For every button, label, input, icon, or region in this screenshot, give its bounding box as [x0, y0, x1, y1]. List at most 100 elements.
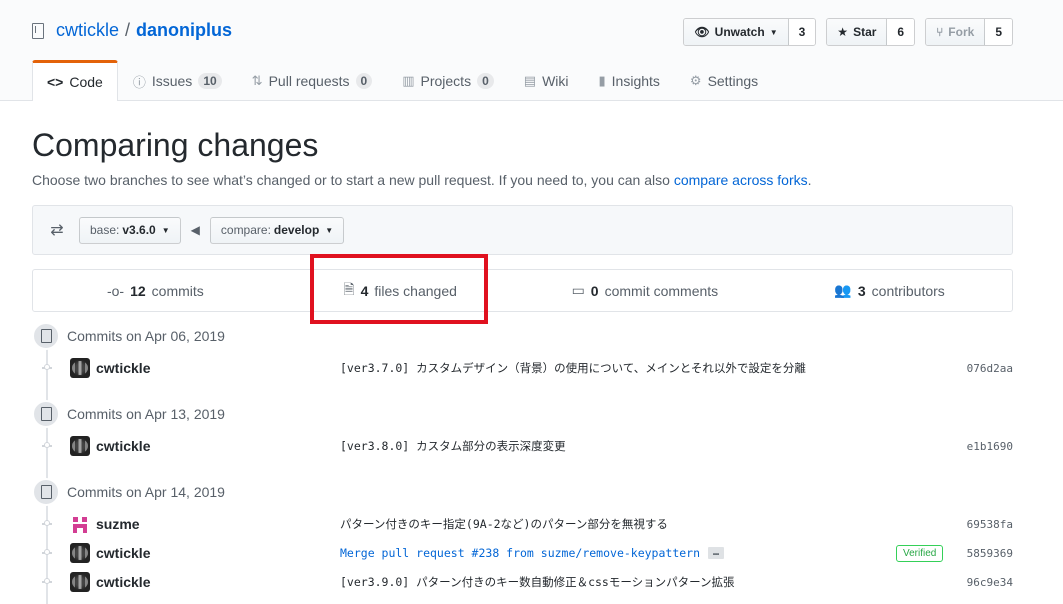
fork-button[interactable]: ⑂ Fork [926, 19, 986, 45]
pull-requests-counter: 0 [355, 73, 373, 89]
commit-group-header: Commits on Apr 06, 2019 [32, 320, 225, 352]
comments-label: commit comments [604, 282, 719, 299]
commit-message[interactable]: パターン付きのキー指定(9A-2など)のパターン部分を無視する [340, 516, 668, 532]
commit-author[interactable]: cwtickle [96, 545, 150, 561]
chevron-down-icon: ▼ [325, 225, 334, 235]
page-title: Comparing changes [32, 127, 319, 163]
tab-wiki[interactable]: ▤ Wiki [509, 60, 584, 101]
commit-row: cwtickle [ver3.7.0] カスタムデザイン（背景）の使用について、… [32, 355, 1013, 381]
eye-icon: 👁 [694, 25, 710, 39]
subtitle-end: . [807, 172, 812, 188]
graph-icon: ▮ [598, 73, 606, 88]
commit-row: cwtickle [ver3.9.0] パターン付きのキー数自動修正＆cssモー… [32, 569, 1013, 595]
compare-summary: -o- 12 commits 🗎 4 files changed ▭ 0 com… [32, 269, 1013, 312]
commit-row: suzme パターン付きのキー指定(9A-2など)のパターン部分を無視する 69… [32, 511, 1013, 537]
tab-pull-requests[interactable]: ⇅ Pull requests 0 [237, 60, 388, 101]
commit-sha[interactable]: e1b1690 [967, 440, 1013, 453]
fork-icon: ⑂ [936, 25, 944, 39]
commit-sha[interactable]: 5859369 [967, 547, 1013, 560]
book-icon: ▤ [523, 73, 537, 88]
repo-header: cwtickle / danoniplus 👁 Unwatch ▼ 3 ★ St… [0, 0, 1063, 101]
base-branch-select[interactable]: base: v3.6.0 ▼ [79, 216, 181, 244]
commits-count: 12 [130, 282, 146, 299]
commit-group-header: Commits on Apr 13, 2019 [32, 398, 225, 430]
commit-message[interactable]: [ver3.7.0] カスタムデザイン（背景）の使用について、メインとそれ以外で… [340, 360, 806, 376]
commit-message-text: [ver3.7.0] カスタムデザイン（背景）の使用について、メインとそれ以外で… [340, 361, 806, 375]
contributors-count: 3 [857, 282, 866, 299]
contributors-tab[interactable]: 👥 3 contributors [767, 270, 1012, 311]
issue-icon: ⓘ [132, 74, 146, 90]
fork-count[interactable]: 5 [985, 19, 1012, 45]
chevron-down-icon: ▼ [161, 225, 170, 235]
unwatch-label: Unwatch [714, 25, 765, 39]
tab-settings[interactable]: ⚙ Settings [675, 60, 773, 101]
commit-author[interactable]: suzme [96, 516, 140, 532]
compare-prefix: compare: [220, 223, 271, 237]
avatar[interactable] [70, 514, 90, 534]
avatar[interactable] [70, 572, 90, 592]
commit-sha[interactable]: 96c9e34 [967, 576, 1013, 589]
highlight-box [310, 254, 488, 324]
commits-tab[interactable]: -o- 12 commits [33, 270, 278, 311]
commits-label: commits [151, 282, 204, 299]
watch-control: 👁 Unwatch ▼ 3 [683, 18, 817, 46]
expand-message-button[interactable]: … [708, 547, 725, 559]
commit-group-icon [32, 322, 60, 350]
commit-group-date: Commits on Apr 14, 2019 [67, 484, 225, 500]
commit-message: Merge pull request #238 from suzme/remov… [340, 546, 725, 560]
avatar[interactable] [70, 358, 90, 378]
repo-nav: <> Code ⓘ Issues 10 ⇅ Pull requests 0 ▥ … [32, 60, 773, 101]
repo-name-link[interactable]: danoniplus [136, 20, 232, 41]
commit-message-text: パターン付きのキー指定(9A-2など)のパターン部分を無視する [340, 517, 668, 531]
comments-count: 0 [590, 282, 599, 299]
commit-sha[interactable]: 076d2aa [967, 362, 1013, 375]
star-count[interactable]: 6 [887, 19, 915, 45]
compare-content: Comparing changes Choose two branches to… [32, 101, 1013, 312]
tab-code-label: Code [69, 74, 103, 90]
tab-issues[interactable]: ⓘ Issues 10 [118, 60, 237, 101]
commit-dot-icon [42, 442, 52, 448]
star-button[interactable]: ★ Star [827, 19, 888, 45]
fork-control: ⑂ Fork 5 [925, 18, 1013, 46]
commit-row: cwtickle Merge pull request #238 from su… [32, 540, 1013, 566]
tab-pull-requests-label: Pull requests [268, 73, 350, 89]
commit-icon: -o- [106, 282, 125, 299]
subtitle-text: Choose two branches to see what’s change… [32, 172, 674, 188]
commit-sha[interactable]: 69538fa [967, 518, 1013, 531]
pull-request-icon: ⇅ [251, 73, 263, 88]
tab-insights-label: Insights [611, 73, 660, 89]
tab-code[interactable]: <> Code [32, 60, 118, 101]
tab-projects-label: Projects [420, 73, 472, 89]
star-label: Star [853, 25, 877, 39]
range-editor: ⇄ base: v3.6.0 ▼ ◀ compare: develop ▼ [32, 205, 1013, 255]
people-icon: 👥 [834, 282, 852, 298]
commit-message-text[interactable]: Merge pull request #238 from suzme/remov… [340, 546, 700, 560]
project-icon: ▥ [402, 73, 415, 88]
chevron-down-icon: ▼ [769, 27, 778, 37]
contributors-label: contributors [871, 282, 945, 299]
commit-author[interactable]: cwtickle [96, 360, 150, 376]
tab-projects[interactable]: ▥ Projects 0 [387, 60, 509, 101]
commit-author[interactable]: cwtickle [96, 574, 150, 590]
unwatch-button[interactable]: 👁 Unwatch ▼ [684, 19, 789, 45]
commit-message-text: [ver3.9.0] パターン付きのキー数自動修正＆cssモーションパターン拡張 [340, 575, 735, 589]
repo-owner-link[interactable]: cwtickle [56, 20, 119, 41]
repo-separator: / [125, 20, 131, 40]
commit-group-date: Commits on Apr 13, 2019 [67, 406, 225, 422]
compare-across-forks-link[interactable]: compare across forks [674, 172, 808, 188]
page-subtitle: Choose two branches to see what’s change… [32, 172, 1013, 188]
commit-message[interactable]: [ver3.9.0] パターン付きのキー数自動修正＆cssモーションパターン拡張 [340, 574, 735, 590]
gear-icon: ⚙ [689, 73, 702, 88]
commit-message[interactable]: [ver3.8.0] カスタム部分の表示深度変更 [340, 438, 566, 454]
commit-comments-tab[interactable]: ▭ 0 commit comments [523, 270, 768, 311]
git-compare-icon[interactable]: ⇄ [45, 220, 69, 240]
arrow-left-icon: ◀ [190, 223, 200, 237]
compare-branch-select[interactable]: compare: develop ▼ [209, 216, 345, 244]
avatar[interactable] [70, 436, 90, 456]
verified-badge[interactable]: Verified [896, 544, 944, 562]
commit-author[interactable]: cwtickle [96, 438, 150, 454]
watch-count[interactable]: 3 [788, 19, 816, 45]
avatar[interactable] [70, 543, 90, 563]
tab-insights[interactable]: ▮ Insights [584, 60, 675, 101]
star-icon: ★ [837, 25, 849, 39]
